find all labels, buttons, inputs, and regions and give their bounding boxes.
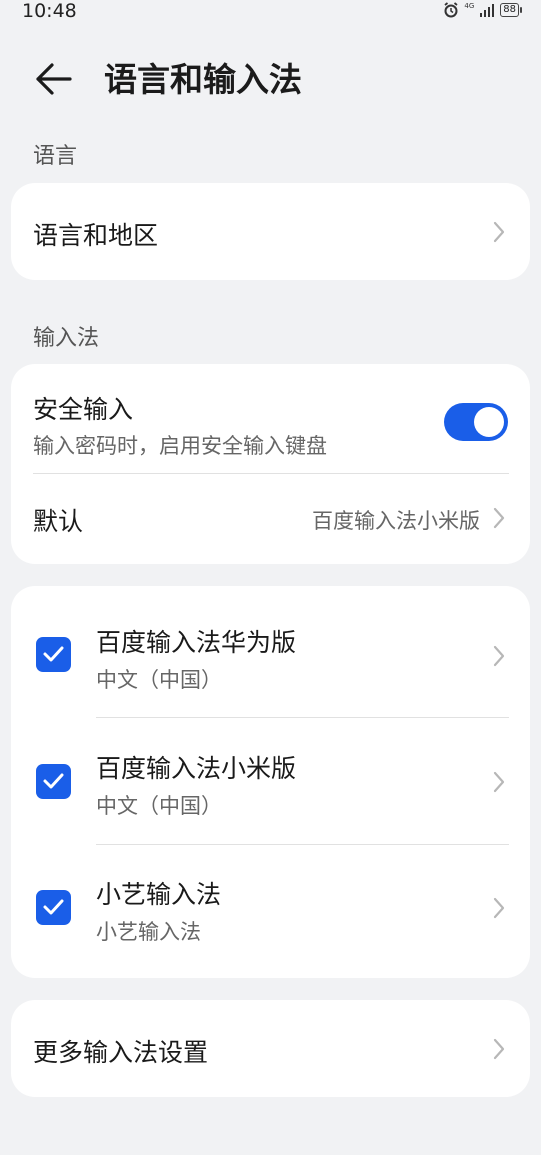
language-and-region-row[interactable]: 语言和地区 — [11, 183, 530, 280]
default-title: 默认 — [33, 507, 84, 536]
arrow-left-icon[interactable] — [34, 62, 74, 96]
network-type: 4G — [464, 1, 475, 10]
checkbox-checked[interactable] — [36, 764, 71, 799]
input-method-language: 中文（中国） — [96, 794, 222, 818]
input-method-list-card: 百度输入法华为版 中文（中国） 百度输入法小米版 中文（中国） 小艺输入法 小艺… — [11, 586, 530, 978]
toggle-knob — [474, 407, 504, 437]
chevron-right-icon — [493, 221, 505, 243]
row-title: 语言和地区 — [33, 221, 159, 250]
input-method-name: 小艺输入法 — [96, 880, 222, 909]
language-card: 语言和地区 — [11, 183, 530, 280]
chevron-right-icon — [493, 897, 505, 919]
input-method-language: 小艺输入法 — [96, 920, 201, 944]
page-title: 语言和输入法 — [104, 60, 302, 99]
list-item[interactable]: 百度输入法华为版 中文（中国） — [11, 586, 530, 717]
status-bar: 10:48 4G 88 — [0, 0, 541, 22]
checkbox-checked[interactable] — [36, 890, 71, 925]
default-value: 百度输入法小米版 — [312, 509, 480, 533]
input-method-card: 安全输入 输入密码时，启用安全输入键盘 默认 百度输入法小米版 — [11, 364, 530, 564]
input-method-name: 百度输入法小米版 — [96, 754, 297, 783]
more-settings-title: 更多输入法设置 — [33, 1038, 209, 1067]
status-icons: 4G 88 — [443, 1, 522, 18]
input-method-name: 百度输入法华为版 — [96, 628, 297, 657]
chevron-right-icon — [493, 507, 505, 529]
chevron-right-icon — [493, 1038, 505, 1060]
list-item[interactable]: 百度输入法小米版 中文（中国） — [11, 718, 530, 844]
chevron-right-icon — [493, 771, 505, 793]
list-item[interactable]: 小艺输入法 小艺输入法 — [11, 845, 530, 978]
alarm-icon — [443, 2, 459, 18]
signal-icon — [479, 3, 495, 17]
secure-input-subtitle: 输入密码时，启用安全输入键盘 — [33, 434, 327, 458]
secure-input-title: 安全输入 — [33, 395, 134, 424]
input-method-language: 中文（中国） — [96, 668, 222, 692]
secure-input-toggle[interactable] — [444, 403, 508, 441]
status-time: 10:48 — [22, 0, 77, 22]
more-input-settings-row[interactable]: 更多输入法设置 — [11, 1000, 530, 1097]
header: 语言和输入法 — [0, 52, 541, 110]
battery-icon: 88 — [500, 3, 522, 17]
secure-input-row: 安全输入 输入密码时，启用安全输入键盘 — [11, 364, 530, 474]
more-settings-card: 更多输入法设置 — [11, 1000, 530, 1097]
default-input-row[interactable]: 默认 百度输入法小米版 — [11, 474, 530, 564]
section-label-language: 语言 — [33, 144, 78, 169]
checkbox-checked[interactable] — [36, 637, 71, 672]
chevron-right-icon — [493, 645, 505, 667]
section-label-input-method: 输入法 — [33, 326, 100, 351]
